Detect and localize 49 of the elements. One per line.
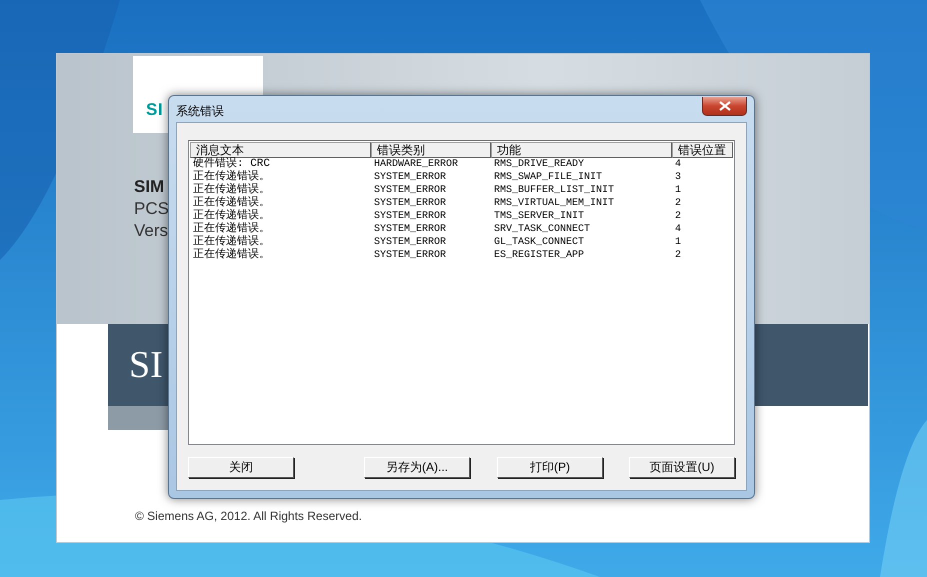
table-cell-text: 1 [674, 236, 682, 249]
table-cell-text: 正在传递错误。 [192, 236, 271, 248]
product-line: PCS [134, 198, 169, 220]
table-cell-text: RMS_BUFFER_LIST_INIT [493, 184, 616, 197]
table-cell-text: HARDWARE_ERROR [373, 158, 460, 171]
table-cell-text: 正在传递错误。 [192, 197, 271, 209]
close-icon [718, 101, 730, 111]
table-cell-text: RMS_DRIVE_READY [493, 158, 586, 171]
product-name: SIM [134, 176, 166, 198]
table-cell-text: RMS_VIRTUAL_MEM_INIT [493, 197, 616, 210]
column-header[interactable]: 错误类别 [371, 142, 491, 158]
logo-text: SI [146, 100, 164, 120]
table-cell-text: 3 [674, 171, 682, 184]
table-cell-text: 2 [674, 210, 682, 223]
table-cell-text: SYSTEM_ERROR [373, 236, 448, 249]
column-header[interactable]: 功能 [491, 142, 672, 158]
copyright-text: © Siemens AG, 2012. All Rights Reserved. [135, 509, 362, 523]
table-cell-text: 2 [674, 249, 682, 262]
table-cell-text: ES_REGISTER_APP [493, 249, 586, 262]
table-cell-text: TMS_SERVER_INIT [493, 210, 586, 223]
table-cell-text: 正在传递错误。 [192, 223, 271, 235]
close-button[interactable] [702, 97, 747, 116]
table-cell-text: 正在传递错误。 [192, 249, 271, 262]
dialog-button[interactable]: 页面设置(U) [629, 457, 735, 478]
table-cell-text: SYSTEM_ERROR [373, 249, 448, 262]
table-cell-text: 硬件错误: CRC [192, 158, 272, 170]
table-cell-text: SYSTEM_ERROR [373, 171, 448, 184]
table-cell-text: 正在传递错误。 [192, 210, 271, 222]
table-cell-text: 正在传递错误。 [192, 184, 271, 196]
table-cell-text: SYSTEM_ERROR [373, 197, 448, 210]
table-cell-text: 2 [674, 197, 682, 210]
table-cell-text: RMS_SWAP_FILE_INIT [493, 171, 604, 184]
table-cell-text: SYSTEM_ERROR [373, 223, 448, 236]
dialog-button[interactable]: 打印(P) [497, 457, 603, 478]
table-cell-text: 4 [674, 158, 682, 171]
banner-text: SI [129, 343, 163, 387]
window-title: 系统错误 [176, 103, 224, 120]
table-cell-text: SRV_TASK_CONNECT [493, 223, 592, 236]
table-cell-text: SYSTEM_ERROR [373, 210, 448, 223]
column-header[interactable]: 消息文本 [190, 142, 371, 158]
table-cell-text: GL_TASK_CONNECT [493, 236, 586, 249]
dialog-button[interactable]: 关闭 [188, 457, 294, 478]
column-header[interactable]: 错误位置 [672, 142, 733, 158]
version-label: Vers [134, 220, 169, 242]
table-cell-text: 1 [674, 184, 682, 197]
table-cell-text: SYSTEM_ERROR [373, 184, 448, 197]
table-cell-text: 正在传递错误。 [192, 171, 271, 183]
table-cell-text: 4 [674, 223, 682, 236]
dialog-button[interactable]: 另存为(A)... [364, 457, 470, 478]
